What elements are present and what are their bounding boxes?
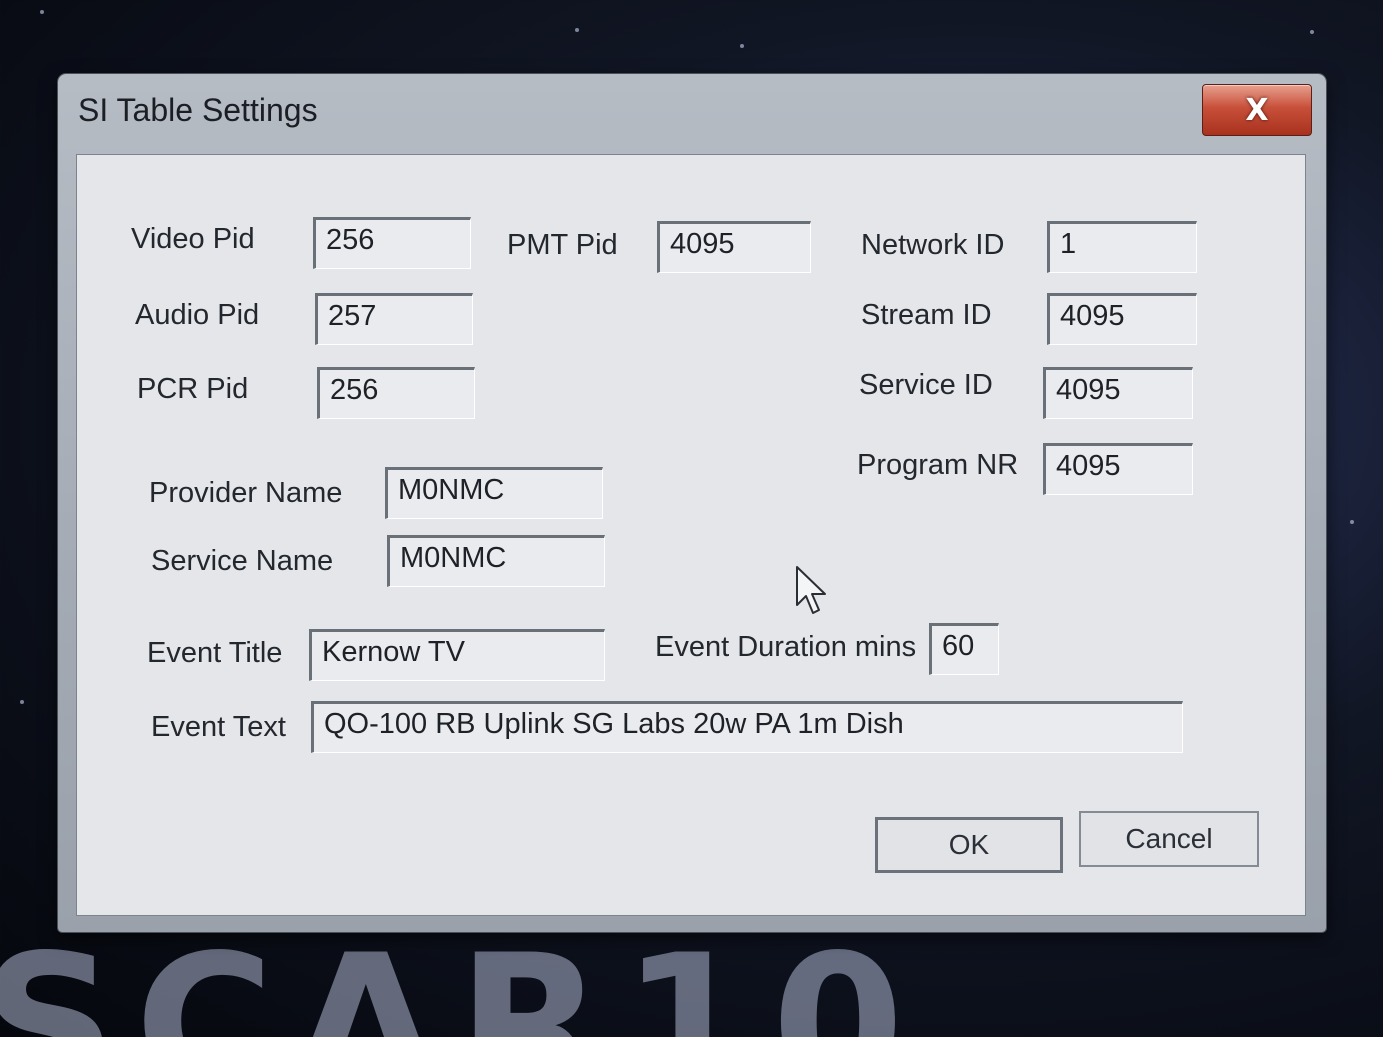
event-text-label: Event Text [151,711,286,743]
event-duration-label: Event Duration mins [655,631,917,663]
star-sparkle [1350,520,1354,524]
program-nr-label: Program NR [857,449,1019,481]
service-name-label: Service Name [151,545,334,577]
pcr-pid-input[interactable]: 256 [317,367,475,419]
desktop-logo: SCAR10 [0,914,923,1037]
audio-pid-input[interactable]: 257 [315,293,473,345]
star-sparkle [740,44,744,48]
star-sparkle [575,28,579,32]
star-sparkle [1310,30,1314,34]
audio-pid-label: Audio Pid [135,299,260,331]
cancel-button[interactable]: Cancel [1079,811,1259,867]
event-title-input[interactable]: Kernow TV [309,629,605,681]
provider-name-input[interactable]: M0NMC [385,467,603,519]
star-sparkle [40,10,44,14]
program-nr-input[interactable]: 4095 [1043,443,1193,495]
pmt-pid-input[interactable]: 4095 [657,221,811,273]
dialog-client-area: Video Pid 256 Audio Pid 257 PCR Pid 256 … [76,154,1306,916]
title-bar[interactable]: SI Table Settings X [58,74,1326,150]
stream-id-input[interactable]: 4095 [1047,293,1197,345]
video-pid-input[interactable]: 256 [313,217,471,269]
service-id-label: Service ID [859,369,993,401]
star-sparkle [20,700,24,704]
mouse-pointer-icon [796,566,826,614]
network-id-label: Network ID [861,229,1005,261]
close-icon: X [1245,92,1269,128]
close-button[interactable]: X [1202,84,1312,136]
window-title: SI Table Settings [78,92,318,128]
ok-button[interactable]: OK [875,817,1063,873]
service-id-input[interactable]: 4095 [1043,367,1193,419]
video-pid-label: Video Pid [131,223,255,255]
service-name-input[interactable]: M0NMC [387,535,605,587]
pcr-pid-label: PCR Pid [137,373,249,405]
network-id-input[interactable]: 1 [1047,221,1197,273]
si-table-settings-dialog: SI Table Settings X Video Pid 256 Audio … [58,74,1326,932]
event-duration-input[interactable]: 60 [929,623,999,675]
event-text-input[interactable]: QO-100 RB Uplink SG Labs 20w PA 1m Dish [311,701,1183,753]
pmt-pid-label: PMT Pid [507,229,618,261]
provider-name-label: Provider Name [149,477,343,509]
stream-id-label: Stream ID [861,299,992,331]
event-title-label: Event Title [147,637,283,669]
